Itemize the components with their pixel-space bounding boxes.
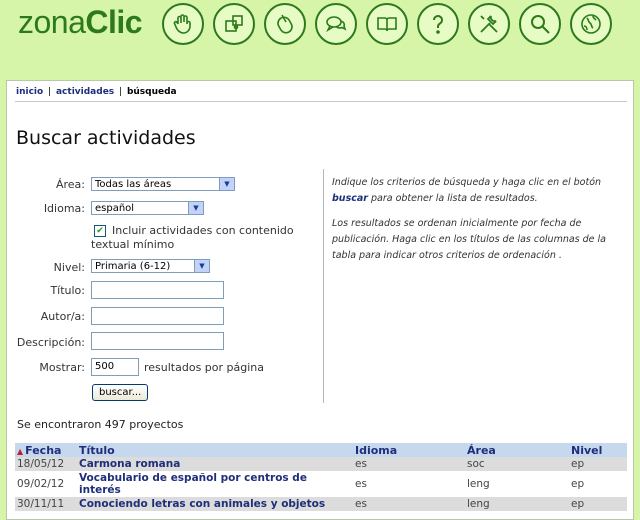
column-header-area[interactable]: Área — [465, 443, 569, 457]
cell-area: leng — [465, 471, 569, 497]
idioma-label: Idioma: — [43, 202, 85, 215]
help-text-1: Indique los criterios de búsqueda y haga… — [332, 175, 628, 207]
table-row: 30/11/11 Conociendo letras con animales … — [15, 497, 627, 511]
cell-area: soc — [465, 457, 569, 471]
chevron-down-icon: ▼ — [194, 260, 209, 272]
open-book-icon[interactable] — [366, 3, 408, 45]
results-count: Se encontraron 497 proyectos — [17, 418, 184, 431]
cell-titulo: Vocabulario de español por centros de in… — [77, 471, 353, 497]
titulo-input[interactable] — [91, 281, 224, 299]
column-header-fecha-label: Fecha — [25, 443, 62, 457]
autor-label: Autor/a: — [40, 310, 85, 323]
buscar-button[interactable]: buscar... — [92, 384, 149, 401]
tools-icon[interactable] — [468, 3, 510, 45]
content-panel: inicio | actividades | búsqueda Buscar a… — [6, 80, 634, 520]
project-title-link[interactable]: Carmona romana — [79, 458, 180, 470]
cell-nivel: ep — [569, 457, 627, 471]
cell-fecha: 09/02/12 — [15, 471, 77, 497]
zonaclic-logo[interactable]: zonaClic — [18, 4, 143, 41]
mostrar-label: Mostrar: — [39, 361, 85, 374]
table-row: 09/02/12 Vocabulario de español por cent… — [15, 471, 627, 497]
cell-fecha: 18/05/12 — [15, 457, 77, 471]
chevron-down-icon: ▼ — [219, 178, 234, 190]
column-header-idioma[interactable]: Idioma — [353, 443, 465, 457]
cell-idioma: es — [353, 457, 465, 471]
cell-nivel: ep — [569, 471, 627, 497]
chevron-down-icon: ▼ — [188, 202, 203, 214]
logo-part-clic: Clic — [85, 4, 143, 40]
breadcrumb-inicio-link[interactable]: inicio — [16, 87, 43, 97]
breadcrumb-current: búsqueda — [126, 87, 177, 97]
include-minimal-text-label-2: textual mínimo — [91, 238, 175, 251]
cell-titulo: Carmona romana — [77, 457, 353, 471]
project-title-link[interactable]: Conociendo letras con animales y objetos — [79, 498, 325, 510]
project-title-link[interactable]: Vocabulario de español por centros de in… — [79, 472, 307, 496]
column-header-fecha[interactable]: ▲ Fecha — [15, 443, 77, 457]
cell-idioma: es — [353, 471, 465, 497]
help-text-1c: para obtener la lista de resultados. — [370, 193, 538, 204]
area-select[interactable]: Todas las áreas ▼ — [91, 177, 235, 191]
form-help-divider — [323, 169, 324, 403]
cell-area: leng — [465, 497, 569, 511]
breadcrumb-separator: | — [119, 87, 123, 97]
area-label: Área: — [55, 178, 85, 191]
results-per-page-suffix: resultados por página — [144, 361, 265, 374]
chat-bubbles-icon[interactable] — [315, 3, 357, 45]
idioma-select-value: español — [95, 203, 135, 214]
cell-titulo: Conociendo letras con animales y objetos — [77, 497, 353, 511]
breadcrumb-actividades-link[interactable]: actividades — [56, 87, 114, 97]
logo-part-zona: zona — [18, 4, 86, 40]
mouse-icon[interactable] — [264, 3, 306, 45]
nivel-select[interactable]: Primaria (6-12) ▼ — [91, 259, 210, 273]
descripcion-label: Descripción: — [16, 336, 85, 349]
breadcrumb: inicio | actividades | búsqueda — [16, 87, 177, 97]
breadcrumb-divider — [15, 101, 627, 102]
table-row: 18/05/12 Carmona romana es soc ep — [15, 457, 627, 471]
results-per-page-input[interactable]: 500 — [91, 358, 139, 376]
autor-input[interactable] — [91, 307, 224, 325]
help-buscar-keyword: buscar — [332, 193, 368, 204]
nivel-select-value: Primaria (6-12) — [95, 261, 171, 272]
header: zonaClic — [0, 0, 640, 80]
area-select-value: Todas las áreas — [95, 179, 172, 190]
hand-icon[interactable] — [162, 3, 204, 45]
cell-nivel: ep — [569, 497, 627, 511]
help-text-2: Los resultados se ordenan inicialmente p… — [332, 218, 607, 261]
include-minimal-text-checkbox[interactable]: ✔ — [94, 225, 106, 237]
globe-icon[interactable] — [570, 3, 612, 45]
help-question-icon[interactable] — [417, 3, 459, 45]
puzzle-icon[interactable] — [213, 3, 255, 45]
idioma-select[interactable]: español ▼ — [91, 201, 204, 215]
page-title: Buscar actividades — [16, 127, 196, 149]
sort-asc-icon: ▲ — [17, 446, 24, 456]
cell-fecha: 30/11/11 — [15, 497, 77, 511]
titulo-label: Título: — [50, 284, 85, 297]
nivel-label: Nivel: — [53, 261, 85, 274]
help-text-1a: Indique los criterios de búsqueda y haga… — [332, 177, 602, 188]
column-header-titulo[interactable]: Título — [77, 443, 353, 457]
include-minimal-text-label-1: Incluir actividades con contenido — [112, 224, 294, 237]
magnifier-search-icon[interactable] — [519, 3, 561, 45]
results-table: ▲ Fecha Título Idioma Área Nivel 18/05/12… — [15, 443, 627, 511]
breadcrumb-separator: | — [48, 87, 52, 97]
descripcion-input[interactable] — [91, 332, 224, 350]
cell-idioma: es — [353, 497, 465, 511]
column-header-nivel[interactable]: Nivel — [569, 443, 627, 457]
